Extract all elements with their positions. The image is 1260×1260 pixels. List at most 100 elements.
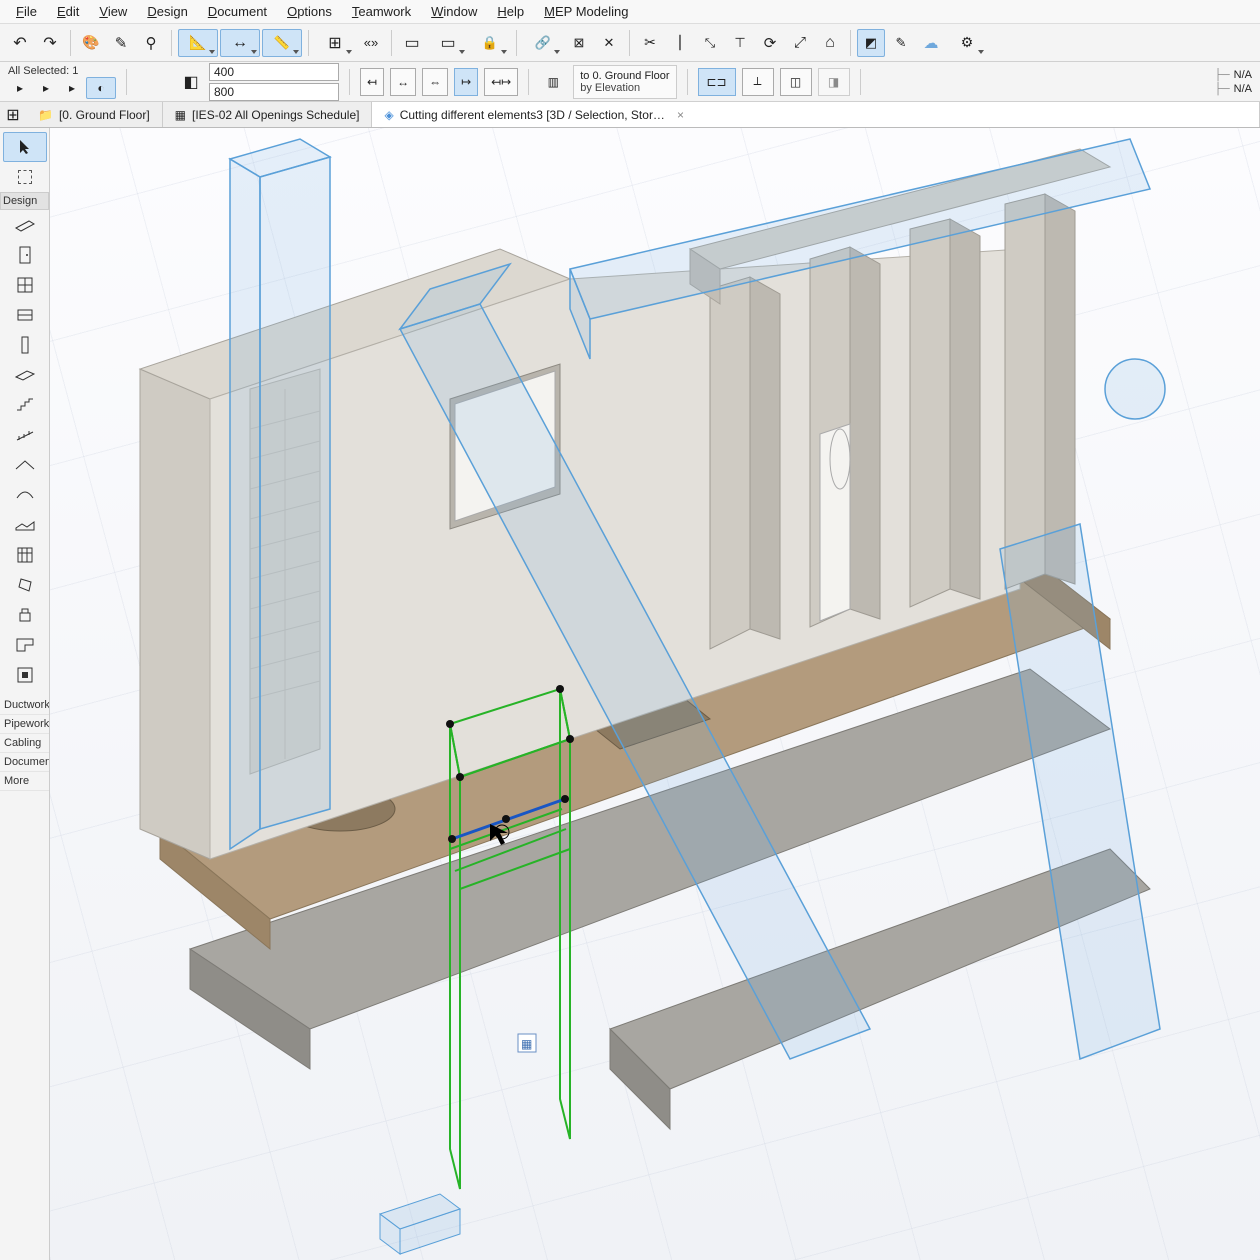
story-selector[interactable]: to 0. Ground Floor by Elevation (573, 65, 676, 99)
3d-viewport[interactable]: ▦ (50, 128, 1260, 1260)
view-tabs: 📁 [0. Ground Floor] ▦ [IES-02 All Openin… (0, 102, 1260, 128)
filter-button-1[interactable]: ▸ (8, 77, 32, 99)
door-tool[interactable] (3, 240, 47, 270)
modify-button[interactable]: ✎ (887, 29, 915, 57)
tab-grid-button[interactable] (0, 102, 26, 128)
column-tool[interactable] (3, 300, 47, 330)
cloud-button[interactable] (917, 29, 945, 57)
tab-schedule[interactable]: ▦ [IES-02 All Openings Schedule] (163, 102, 373, 127)
link-button[interactable] (523, 29, 563, 57)
flip-button[interactable]: ↤↦ (484, 68, 518, 96)
intersect-button[interactable]: ⊤ (726, 29, 754, 57)
separator (850, 30, 851, 56)
solid-ops-button[interactable]: ◩ (857, 29, 885, 57)
close-tab-button[interactable]: × (677, 108, 684, 122)
link-icon (535, 35, 551, 51)
undo-button[interactable] (6, 29, 34, 57)
zone-tool[interactable] (3, 630, 47, 660)
arrow-tool[interactable] (3, 132, 47, 162)
toolbox-more[interactable]: More (0, 772, 49, 791)
slab-tool[interactable] (3, 360, 47, 390)
resize-icon (794, 34, 806, 51)
roof-tool[interactable] (3, 450, 47, 480)
ruler-button[interactable] (178, 29, 218, 57)
tab-3d-view[interactable]: ◈ Cutting different elements3 [3D / Sele… (372, 102, 1260, 127)
separator (171, 30, 172, 56)
window-tool[interactable] (3, 270, 47, 300)
toolbox-pipework[interactable]: Pipework (0, 715, 49, 734)
marquee-tool[interactable] (3, 162, 47, 192)
menu-options[interactable]: Options (277, 2, 342, 21)
mesh-tool[interactable] (3, 510, 47, 540)
box-dropdown[interactable] (428, 29, 468, 57)
object-tool[interactable] (3, 600, 47, 630)
menu-view[interactable]: View (89, 2, 137, 21)
tab-ground-floor[interactable]: 📁 [0. Ground Floor] (26, 102, 163, 127)
toolbox-ductwork[interactable]: Ductwork (0, 696, 49, 715)
menu-mep-modeling[interactable]: MEP Modeling (534, 2, 638, 21)
settings-button[interactable] (947, 29, 987, 57)
snap-button[interactable] (220, 29, 260, 57)
suspend-button[interactable]: ⊠ (565, 29, 593, 57)
trim-button[interactable] (636, 29, 664, 57)
opening-tool[interactable] (3, 660, 47, 690)
split-button[interactable]: ⎮ (666, 29, 694, 57)
menu-file[interactable]: File (6, 2, 47, 21)
redo-button[interactable] (36, 29, 64, 57)
guide-button[interactable]: 📏 (262, 29, 302, 57)
menu-design[interactable]: Design (137, 2, 197, 21)
align-both-button[interactable]: ⇔ (422, 68, 448, 96)
story-icon-button[interactable]: ▥ (539, 68, 567, 96)
grid-snap-button[interactable] (315, 29, 355, 57)
filter-button-2[interactable]: ▸ (34, 77, 58, 99)
home-button[interactable] (816, 29, 844, 57)
dropper-icon (146, 34, 157, 52)
shell-tool[interactable] (3, 480, 47, 510)
toolbox-document[interactable]: Document (0, 753, 49, 772)
wall-tool[interactable] (3, 210, 47, 240)
geometry-method-1[interactable]: ⊏⊐ (698, 68, 736, 96)
height-input[interactable]: 800 (209, 83, 339, 101)
filter-button-4[interactable]: ◐ (86, 77, 116, 99)
lock-button[interactable]: 🔒 (470, 29, 510, 57)
wand-button[interactable] (107, 29, 135, 57)
box-button[interactable] (398, 29, 426, 57)
selection-count-label: All Selected: 1 (8, 65, 116, 77)
box-icon (404, 33, 419, 53)
geometry-method-2[interactable]: ⟂ (742, 68, 774, 96)
width-input[interactable]: 400 (209, 63, 339, 81)
toolbox-cabling[interactable]: Cabling (0, 734, 49, 753)
favorites-button[interactable] (77, 29, 105, 57)
align-right-button[interactable]: ↦ (454, 68, 478, 96)
menu-document[interactable]: Document (198, 2, 277, 21)
align-left-button[interactable]: ↤ (360, 68, 384, 96)
stair-tool[interactable] (3, 390, 47, 420)
resize-button[interactable] (786, 29, 814, 57)
story-line1: to 0. Ground Floor (580, 70, 669, 82)
menu-window[interactable]: Window (421, 2, 487, 21)
curtainwall-tool[interactable] (3, 540, 47, 570)
separator (308, 30, 309, 56)
geometry-method-4[interactable]: ◨ (818, 68, 850, 96)
railing-tool[interactable] (3, 420, 47, 450)
rotate-button[interactable] (756, 29, 784, 57)
geometry-method-3[interactable]: ◫ (780, 68, 812, 96)
menu-teamwork[interactable]: Teamwork (342, 2, 421, 21)
adjust-button[interactable]: ⤡ (696, 29, 724, 57)
filter-button-3[interactable]: ▸ (60, 77, 84, 99)
menu-edit[interactable]: Edit (47, 2, 89, 21)
grid-icon (328, 33, 341, 53)
menu-help[interactable]: Help (487, 2, 534, 21)
home-icon (825, 34, 835, 52)
dim-mode-button[interactable] (177, 68, 205, 96)
morph-tool[interactable] (3, 570, 47, 600)
scissors-icon (644, 34, 656, 51)
cube-icon (183, 72, 198, 92)
section-design[interactable]: Design (0, 192, 49, 210)
break-button[interactable]: ✕ (595, 29, 623, 57)
beam-tool[interactable] (3, 330, 47, 360)
align-center-button[interactable]: ↔ (390, 68, 416, 96)
separator (126, 69, 127, 95)
pickup-button[interactable] (137, 29, 165, 57)
measure-button[interactable]: «» (357, 29, 385, 57)
